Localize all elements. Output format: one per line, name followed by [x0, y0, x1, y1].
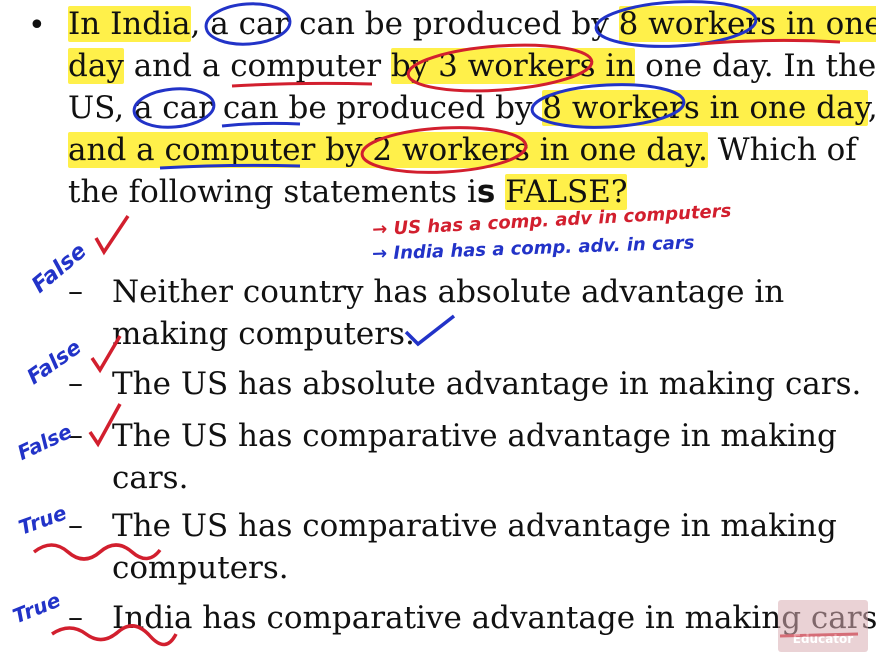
option-3-line-1: The US has comparative advantage in maki…	[112, 418, 837, 454]
question-line-5: the following statements is FALSE?	[68, 172, 628, 212]
q1-in-india: In India	[68, 6, 191, 42]
q2-space	[381, 48, 391, 84]
q5-handwritten-s: s	[476, 174, 496, 210]
q4-computer-two-workers: and a computer by 2 workers in one day.	[68, 132, 708, 168]
q1-produced: can be produced by	[289, 6, 619, 42]
q3-eight-workers: 8 workers in one day	[542, 90, 868, 126]
q4-which-of: Which of	[707, 132, 857, 168]
educator-logo: Educator	[778, 600, 868, 652]
option-4-line-1: The US has comparative advantage in maki…	[112, 508, 837, 544]
q2-three-workers: by 3 workers in	[390, 48, 636, 84]
q2-computer: computer	[230, 48, 382, 84]
q3-a-car: a car	[133, 90, 213, 126]
question-bullet: •	[28, 8, 46, 43]
option-1-dash: –	[68, 274, 83, 309]
question-line-2: day and a computer by 3 workers in one d…	[68, 46, 876, 86]
check-option-1-margin	[94, 215, 130, 256]
option-1-line-2: making computers.	[112, 316, 415, 352]
option-4-dash: –	[68, 508, 83, 543]
q2-day: day	[68, 48, 124, 84]
q2-and-a: and a	[123, 48, 231, 84]
q3-comma: ,	[868, 90, 876, 126]
question-line-3: US, a car can be produced by 8 workers i…	[68, 88, 876, 128]
option-2-dash: –	[68, 366, 83, 401]
question-line-1: In India, a car can be produced by 8 wor…	[68, 4, 876, 44]
option-5-dash: –	[68, 600, 83, 635]
option-4-line-2: computers.	[112, 550, 289, 586]
option-5-line-1: India has comparative advantage in makin…	[112, 600, 876, 636]
q3-us: US,	[68, 90, 134, 126]
option-1-line-1: Neither country has absolute advantage i…	[112, 274, 785, 310]
q2-one-day: one day. In the	[635, 48, 876, 84]
question-line-4: and a computer by 2 workers in one day. …	[68, 130, 857, 170]
q1-comma: ,	[190, 6, 211, 42]
option-5-mark: True	[9, 587, 64, 629]
q3-produced: can be produced by	[212, 90, 543, 126]
option-3-mark: False	[13, 419, 76, 465]
q1-eight-workers: 8 workers in one	[618, 6, 876, 42]
q5-false: FALSE?	[505, 174, 628, 210]
q5-space	[495, 174, 505, 210]
q5-following: the following statements i	[68, 174, 477, 210]
option-3-line-2: cars.	[112, 460, 189, 496]
option-2-line-1: The US has absolute advantage in making …	[112, 366, 862, 402]
q1-a-car: a car	[210, 6, 290, 42]
option-4-mark: True	[15, 500, 70, 540]
educator-logo-text: Educator	[792, 632, 854, 646]
